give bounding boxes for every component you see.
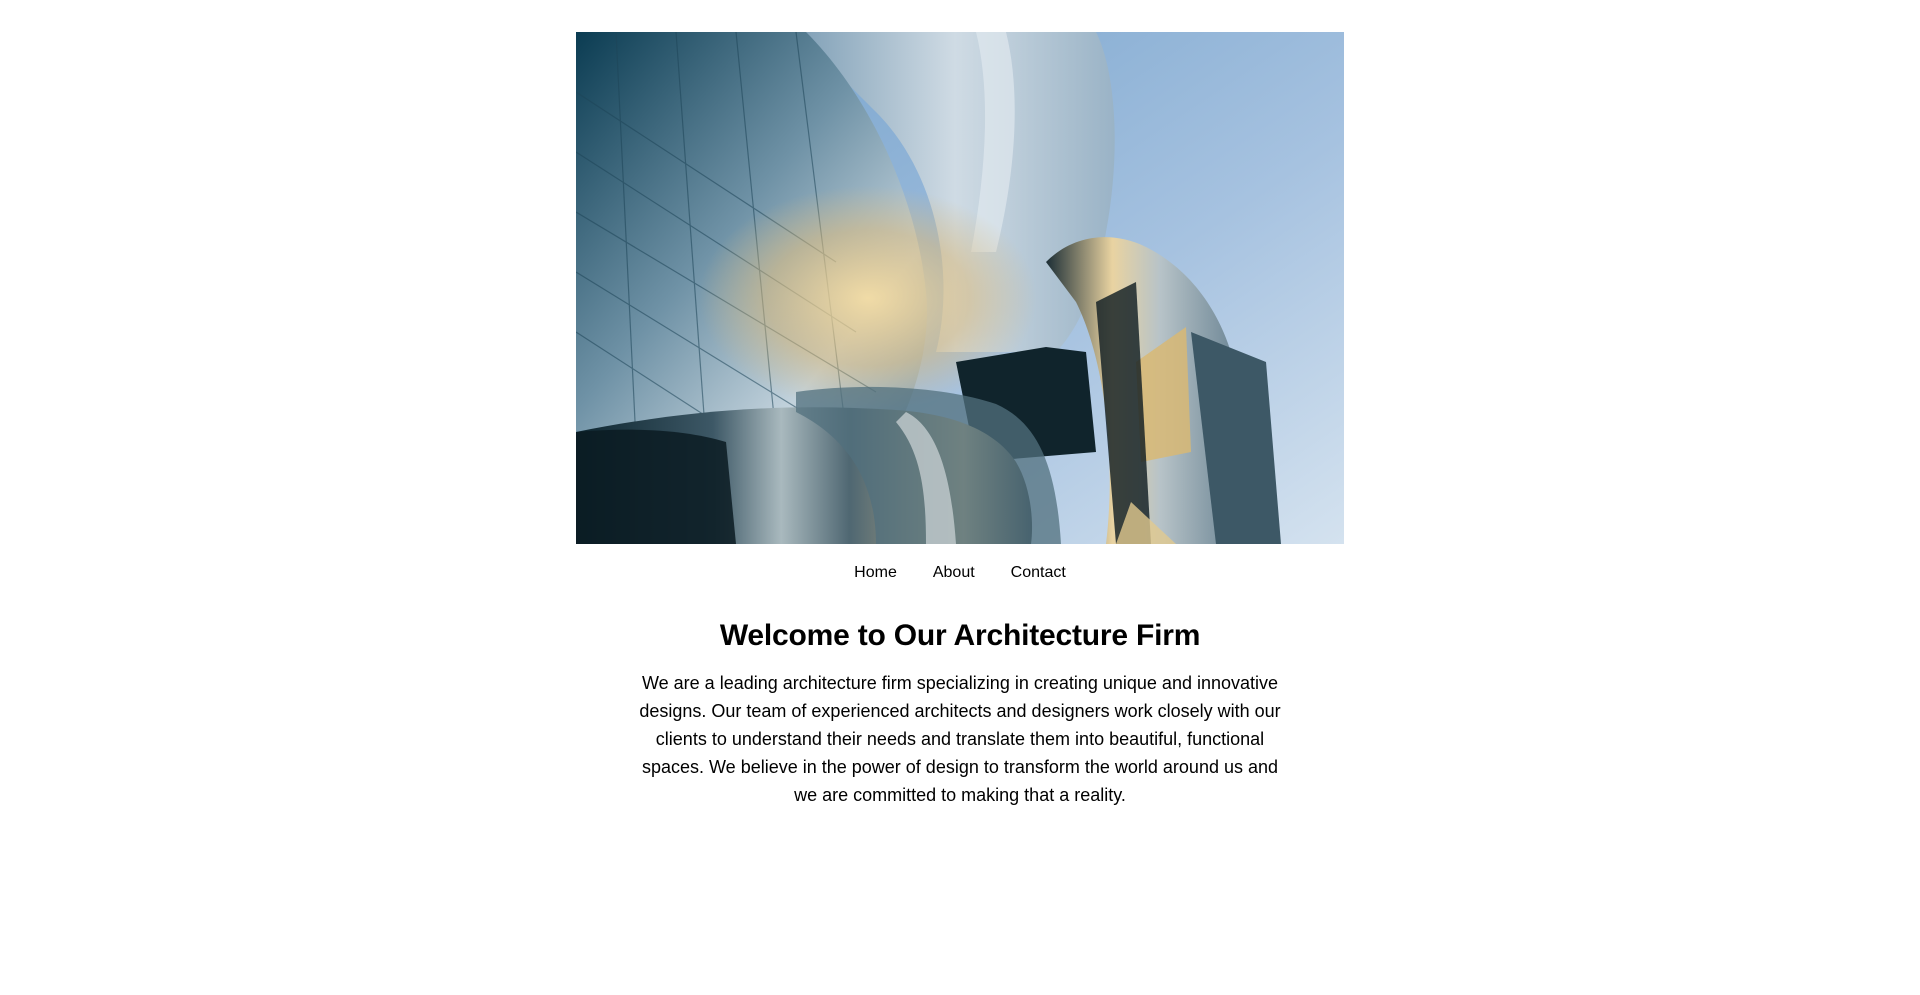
nav-link-home[interactable]: Home <box>854 558 897 588</box>
page-title: Welcome to Our Architecture Firm <box>719 619 1201 652</box>
building-photo <box>576 32 1344 544</box>
nav-link-about[interactable]: About <box>933 558 975 588</box>
page: Home About Contact Welcome to Our Archit… <box>0 0 1920 995</box>
hero-image <box>576 32 1344 544</box>
nav-link-contact[interactable]: Contact <box>1011 558 1066 588</box>
main-nav: Home About Contact <box>0 558 1920 588</box>
intro-paragraph: We are a leading architecture firm speci… <box>639 673 1281 805</box>
